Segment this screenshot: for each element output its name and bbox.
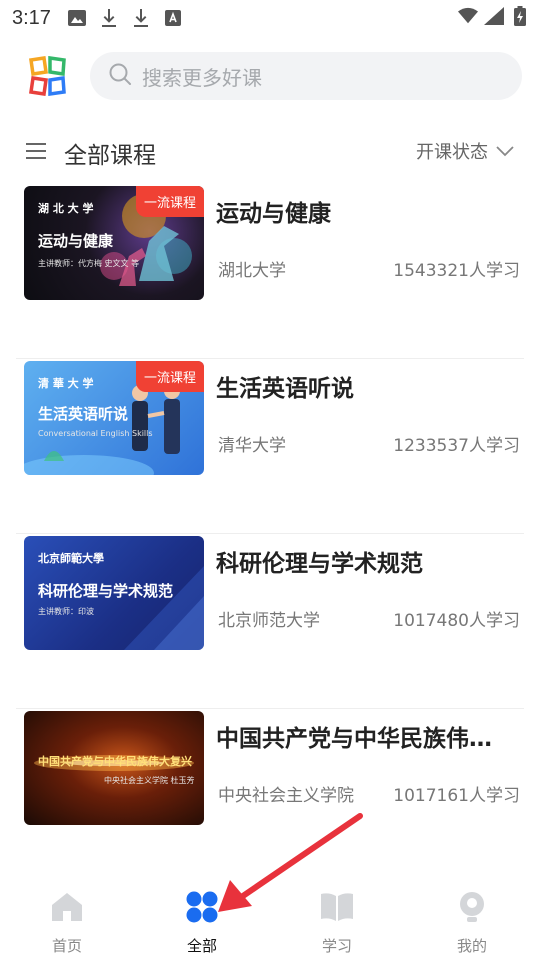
app-logo-icon [28, 55, 68, 97]
thumb-teacher: 主讲教师：代方梅 史文文 等 [38, 259, 140, 268]
course-title: 生活英语听说 [216, 376, 354, 402]
wifi-icon [458, 6, 478, 26]
thumb-title: 科研伦理与学术规范 [38, 582, 174, 600]
course-item[interactable]: 北京師範大學 科研伦理与学术规范 主讲教师：印波 科研伦理与学术规范 北京师范大… [16, 534, 524, 709]
thumb-teacher: 中央社会主义学院 杜玉芳 [104, 776, 195, 785]
notification-icons [67, 8, 183, 28]
course-university: 北京师范大学 [218, 611, 320, 631]
home-icon [50, 890, 84, 923]
first-class-badge: 一流课程 [135, 361, 204, 392]
thumb-school: 清 華 大 学 [38, 377, 94, 390]
grid-icon [185, 890, 219, 923]
course-learners: 1543321人学习 [393, 261, 520, 281]
tab-home[interactable]: 首页 [32, 890, 102, 956]
tab-study[interactable]: 学习 [302, 890, 372, 956]
first-class-badge: 一流课程 [135, 186, 204, 217]
thumb-teacher: 主讲教师：印波 [38, 607, 94, 616]
course-item[interactable]: 清 華 大 学 生活英语听说 Conversational English Sk… [16, 359, 524, 534]
course-university: 中央社会主义学院 [218, 786, 354, 806]
course-learners: 1017480人学习 [393, 611, 520, 631]
thumb-title: 运动与健康 [38, 232, 114, 250]
status-time: 3:17 [12, 6, 51, 29]
filter-label: 开课状态 [416, 142, 488, 163]
course-list: 湖 北 大 学 运动与健康 主讲教师：代方梅 史文文 等 一流课程 运动与健康 … [0, 184, 540, 884]
thumb-school: 湖 北 大 学 [38, 202, 94, 215]
search-icon [108, 62, 132, 90]
image-icon [67, 8, 87, 28]
tab-label: 全部 [186, 937, 217, 955]
font-icon [163, 8, 183, 28]
thumb-school: 北京師範大學 [38, 552, 104, 565]
course-status-filter[interactable]: 开课状态 [416, 138, 514, 164]
thumb-title: 中国共产党与中华民族伟大复兴 [38, 755, 192, 768]
course-title: 中国共产党与中华民族伟… [216, 726, 492, 752]
bottom-nav: 首页 全部 学习 我的 [0, 878, 540, 960]
thumb-subtitle: Conversational English Skills [38, 429, 153, 438]
course-learners: 1017161人学习 [393, 786, 520, 806]
signal-icon [484, 6, 504, 26]
download-icon [99, 8, 119, 28]
course-item[interactable]: 中国共产党与中华民族伟大复兴 中央社会主义学院 杜玉芳 中国共产党与中华民族伟…… [16, 709, 524, 884]
section-header: 全部课程 开课状态 [0, 130, 540, 174]
course-learners: 1233537人学习 [393, 436, 520, 456]
tab-all[interactable]: 全部 [167, 890, 237, 956]
status-bar: 3:17 [0, 0, 540, 36]
course-thumbnail: 中国共产党与中华民族伟大复兴 中央社会主义学院 杜玉芳 [24, 711, 204, 825]
course-thumbnail: 清 華 大 学 生活英语听说 Conversational English Sk… [24, 361, 204, 475]
section-title: 全部课程 [64, 143, 156, 169]
course-item[interactable]: 湖 北 大 学 运动与健康 主讲教师：代方梅 史文文 等 一流课程 运动与健康 … [16, 184, 524, 359]
profile-icon [455, 890, 489, 923]
course-thumbnail: 北京師範大學 科研伦理与学术规范 主讲教师：印波 [24, 536, 204, 650]
chevron-down-icon [496, 142, 514, 161]
search-bar[interactable]: 搜索更多好课 [90, 52, 522, 100]
tab-mine[interactable]: 我的 [437, 890, 507, 956]
course-thumbnail: 湖 北 大 学 运动与健康 主讲教师：代方梅 史文文 等 一流课程 [24, 186, 204, 300]
course-title: 运动与健康 [216, 201, 331, 227]
search-placeholder: 搜索更多好课 [142, 65, 262, 90]
course-university: 清华大学 [218, 436, 286, 456]
tab-label: 首页 [51, 937, 82, 955]
tab-label: 学习 [321, 937, 352, 955]
system-icons [458, 6, 530, 26]
thumb-title: 生活英语听说 [38, 405, 129, 423]
course-university: 湖北大学 [218, 261, 286, 281]
tab-label: 我的 [456, 937, 487, 955]
download-icon [131, 8, 151, 28]
menu-icon[interactable] [26, 142, 46, 160]
book-icon [320, 890, 354, 923]
top-header: 搜索更多好课 [0, 48, 540, 104]
battery-charging-icon [510, 6, 530, 26]
app-screen: 3:17 搜索更多好课 全部课程 开课状态 湖 北 大 学 运动与健康 主讲教师… [0, 0, 540, 960]
course-title: 科研伦理与学术规范 [216, 551, 423, 577]
